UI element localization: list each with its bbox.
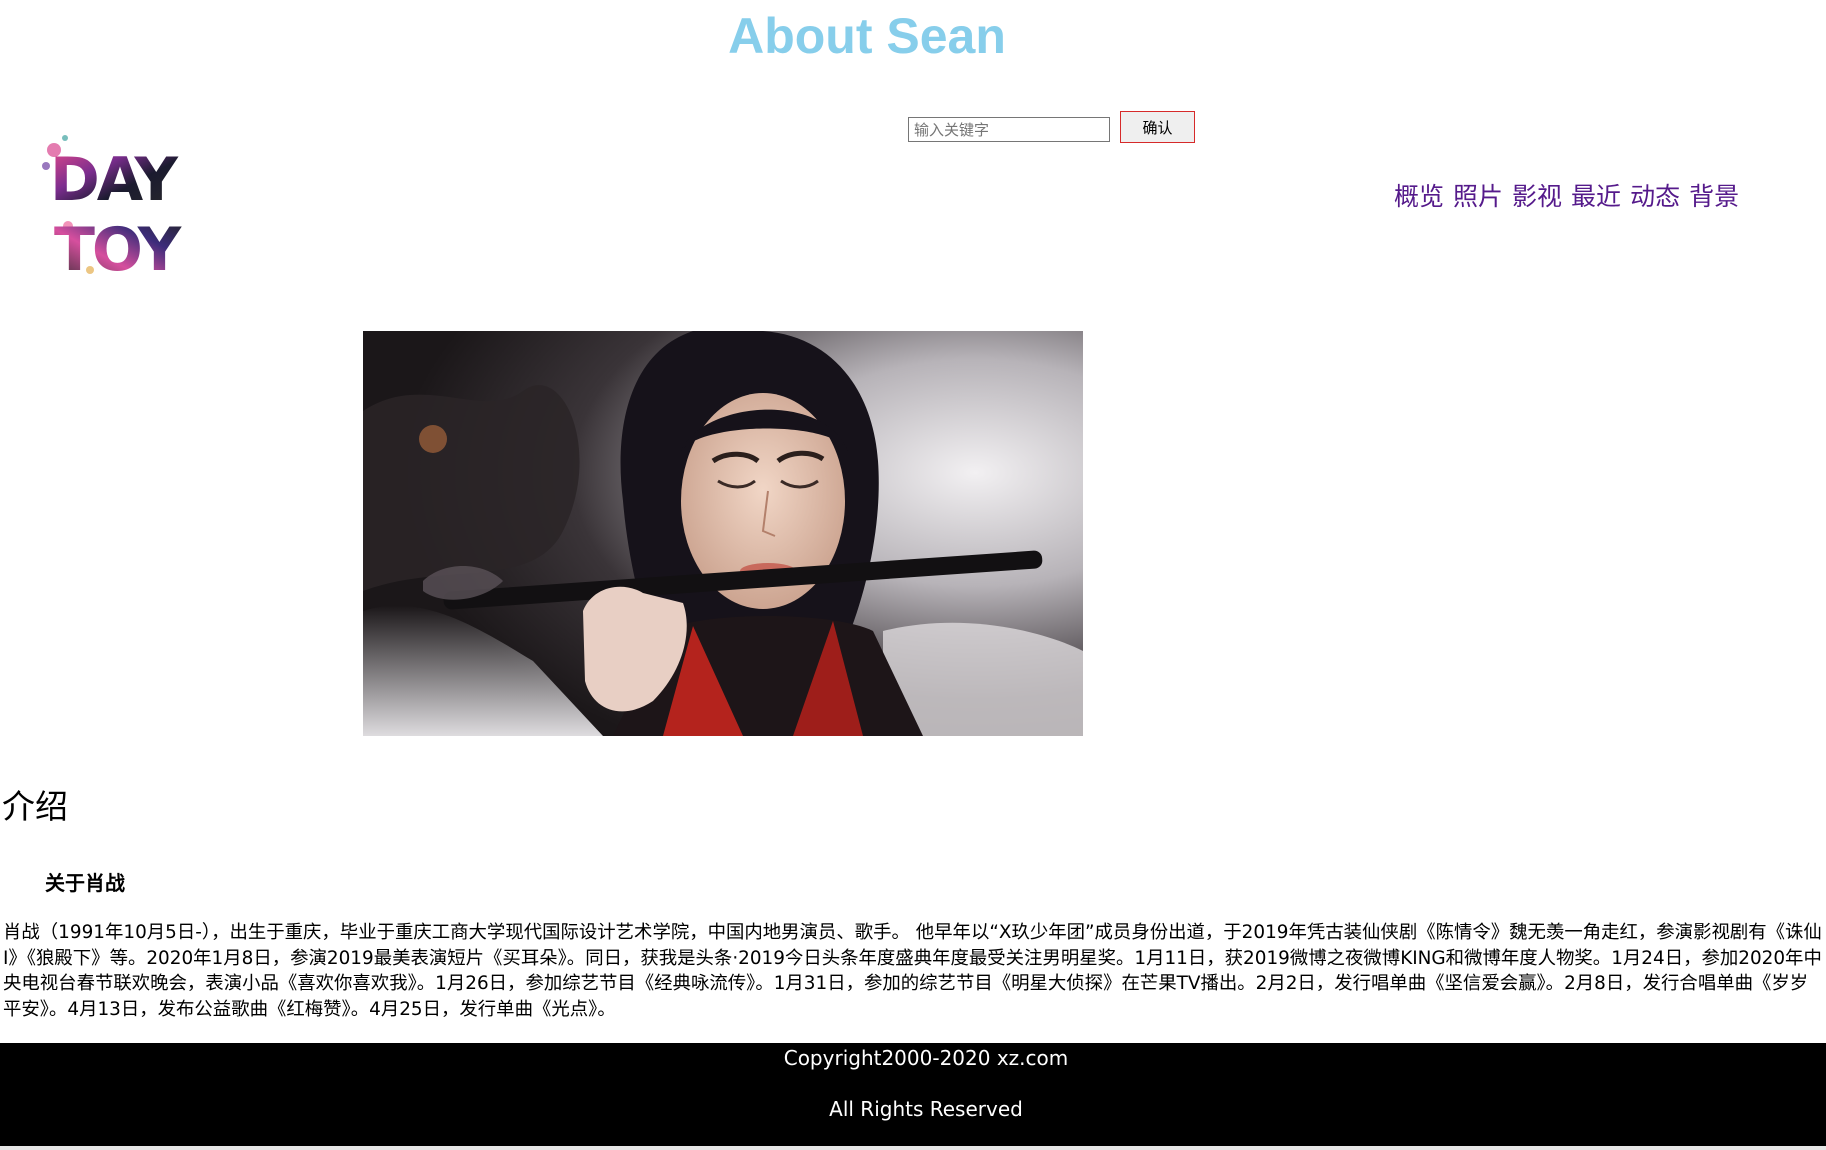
hero-photo [363,331,1083,736]
main-nav: 概览 照片 影视 最近 动态 背景 [1394,180,1739,214]
nav-item-background[interactable]: 背景 [1689,180,1739,214]
confirm-button[interactable]: 确认 [1120,111,1195,143]
footer-copyright: Copyright2000-2020 xz.com [783,1046,1069,1070]
intro-heading: 介绍 [2,787,68,826]
site-footer: Copyright2000-2020 xz.com All Rights Res… [0,1043,1826,1146]
nav-item-overview[interactable]: 概览 [1394,180,1444,214]
intro-body: 肖战（1991年10月5日-），出生于重庆，毕业于重庆工商大学现代国际设计艺术学… [3,922,1822,1020]
daytoy-logo: DAY TOY [40,130,210,285]
logo-line1: DAY [50,145,179,215]
search-input[interactable] [908,117,1110,142]
nav-item-photos[interactable]: 照片 [1453,180,1503,214]
nav-item-news[interactable]: 动态 [1630,180,1680,214]
footer-rights: All Rights Reserved [829,1097,1023,1121]
nav-item-films[interactable]: 影视 [1512,180,1562,214]
nav-item-recent[interactable]: 最近 [1571,180,1621,214]
intro-subheading: 关于肖战 [45,871,125,895]
logo-line2: TOY [54,215,183,280]
bottom-strip [0,1146,1826,1150]
page-title: About Sean [728,8,1006,64]
